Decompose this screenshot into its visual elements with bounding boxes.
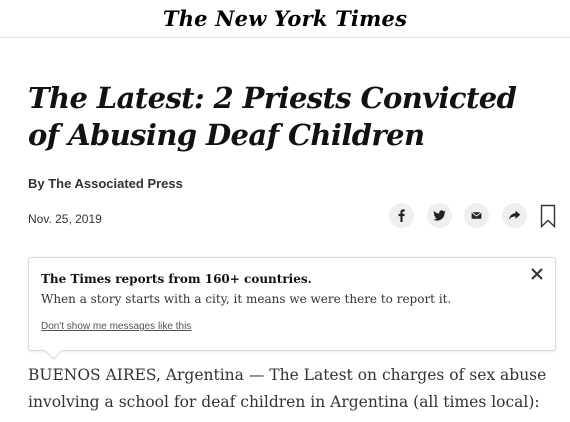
masthead: The New York Times (0, 0, 570, 37)
email-icon (471, 212, 482, 219)
share-email-button[interactable] (464, 203, 489, 228)
share-icon (508, 210, 521, 220)
notice-title: The Times reports from 160+ countries. (41, 272, 312, 286)
article-date: Nov. 25, 2019 (28, 212, 102, 226)
facebook-icon (398, 209, 405, 222)
nyt-logo[interactable]: The New York Times (0, 6, 570, 31)
article-lede: BUENOS AIRES, Argentina — The Latest on … (28, 366, 547, 411)
notice-pointer (44, 341, 63, 360)
dismiss-messages-link[interactable]: Don't show me messages like this (41, 321, 191, 332)
article-byline: By The Associated Press (28, 176, 183, 191)
bookmark-icon[interactable] (540, 204, 556, 228)
masthead-divider (0, 37, 570, 38)
share-more-button[interactable] (502, 203, 527, 228)
share-twitter-button[interactable] (427, 203, 452, 228)
share-facebook-button[interactable] (389, 203, 414, 228)
notice-body: When a story starts with a city, it mean… (41, 292, 452, 306)
twitter-icon (433, 210, 446, 221)
article-headline: The Latest: 2 Priests Convicted of Abusi… (28, 81, 517, 152)
close-icon[interactable] (529, 266, 545, 282)
dateline-notice: The Times reports from 160+ countries. W… (28, 257, 556, 360)
